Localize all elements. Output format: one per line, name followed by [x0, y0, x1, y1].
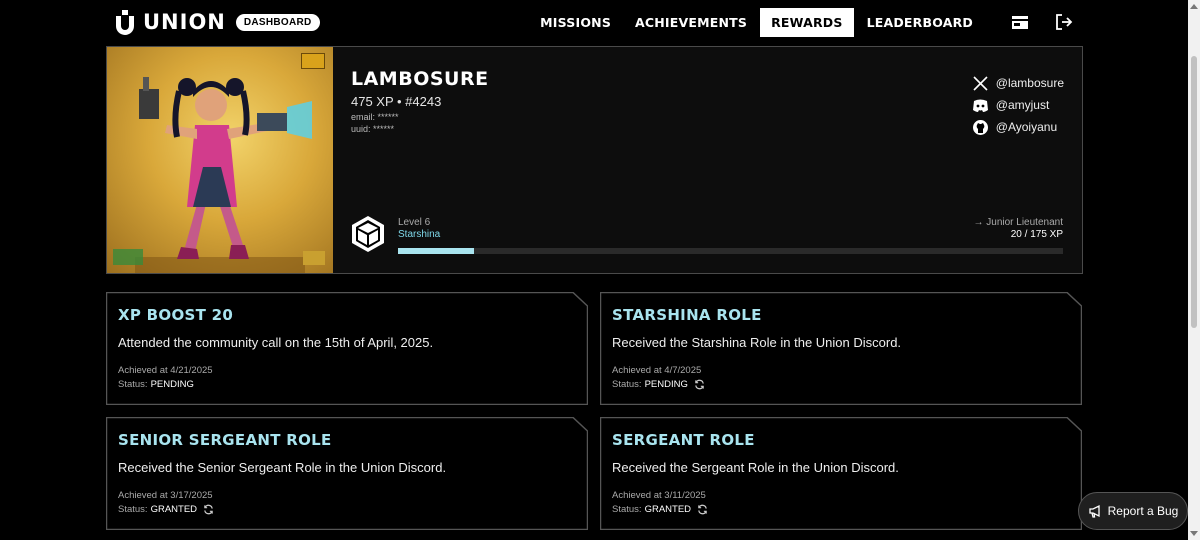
reward-card[interactable]: STARSHINA ROLE Received the Starshina Ro…: [600, 292, 1082, 405]
page-scrollbar[interactable]: [1188, 0, 1200, 540]
brand-logo[interactable]: UNION DASHBOARD: [113, 8, 320, 36]
social-github-handle: @Ayoiyanu: [995, 120, 1058, 134]
scroll-down-arrow-icon[interactable]: [1190, 531, 1198, 536]
level-cube-icon: [352, 216, 384, 252]
reward-card[interactable]: SERGEANT ROLE Received the Sergeant Role…: [600, 417, 1082, 530]
refresh-icon[interactable]: [694, 379, 705, 390]
brand-tag: DASHBOARD: [235, 13, 320, 31]
xp-progress-label: 20 / 175 XP: [1010, 229, 1063, 240]
social-x[interactable]: @lambosure: [972, 72, 1064, 94]
nav-missions[interactable]: MISSIONS: [529, 8, 622, 37]
nav-rewards[interactable]: REWARDS: [760, 8, 854, 37]
card-status-value: PENDING: [644, 379, 688, 390]
card-title: XP BOOST 20: [118, 306, 234, 324]
card-date: Achieved at 4/21/2025: [118, 365, 213, 376]
scroll-thumb[interactable]: [1191, 56, 1197, 328]
xp-progress-fill: [398, 248, 474, 254]
nav-achievements[interactable]: ACHIEVEMENTS: [624, 8, 758, 37]
reward-card[interactable]: SENIOR SERGEANT ROLE Received the Senior…: [106, 417, 588, 530]
card-status-value: GRANTED: [150, 504, 198, 515]
card-status-value: GRANTED: [644, 504, 692, 515]
card-status-value: PENDING: [150, 379, 194, 390]
rank-label: Starshina: [398, 229, 441, 240]
card-date: Achieved at 4/7/2025: [612, 365, 702, 376]
union-logo-icon: [116, 10, 134, 35]
brand-name: UNION: [143, 10, 226, 34]
avatar-badge-icon: [301, 53, 325, 69]
nav-leaderboard[interactable]: LEADERBOARD: [856, 8, 984, 37]
card-date: Achieved at 3/11/2025: [612, 490, 706, 501]
social-discord[interactable]: @amyjust: [972, 94, 1064, 116]
card-status-label: Status:: [118, 379, 148, 390]
card-status: Status: PENDING: [118, 379, 194, 390]
profile-xp-rank: 475 XP • #4243: [351, 94, 442, 109]
logout-icon[interactable]: [1054, 12, 1074, 32]
card-description: Received the Starshina Role in the Union…: [612, 335, 902, 350]
report-bug-label: Report a Bug: [1107, 504, 1179, 518]
card-status-label: Status:: [612, 504, 642, 515]
github-icon: [972, 119, 988, 135]
next-rank-label: → Junior Lieutenant: [973, 217, 1063, 228]
profile-name: LAMBOSURE: [351, 68, 489, 90]
card-status: Status: GRANTED: [612, 504, 708, 515]
social-discord-handle: @amyjust: [995, 98, 1050, 112]
x-icon: [973, 75, 988, 91]
card-title: SENIOR SERGEANT ROLE: [118, 431, 332, 449]
level-label: Level 6: [398, 217, 431, 228]
card-description: Received the Senior Sergeant Role in the…: [118, 460, 447, 475]
profile-card: LAMBOSURE 475 XP • #4243 email: ****** u…: [106, 46, 1083, 274]
social-links: @lambosure @amyjust @Ayoiyanu: [972, 72, 1064, 138]
card-description: Attended the community call on the 15th …: [118, 335, 434, 350]
discord-icon: [972, 99, 988, 112]
social-x-handle: @lambosure: [995, 76, 1064, 90]
wallet-icon[interactable]: [1010, 12, 1030, 32]
refresh-icon[interactable]: [697, 504, 708, 515]
character-illustration: [113, 77, 325, 273]
profile-avatar: [107, 47, 333, 273]
nav-links: MISSIONS ACHIEVEMENTS REWARDS LEADERBOAR…: [527, 8, 984, 37]
reward-card[interactable]: XP BOOST 20 Attended the community call …: [106, 292, 588, 405]
megaphone-icon: [1088, 504, 1100, 518]
scroll-up-arrow-icon[interactable]: [1190, 4, 1198, 9]
card-status-label: Status:: [118, 504, 148, 515]
report-bug-button[interactable]: Report a Bug: [1078, 492, 1188, 530]
profile-uuid: uuid: ******: [351, 124, 395, 134]
card-description: Received the Sergeant Role in the Union …: [612, 460, 899, 475]
top-nav: UNION DASHBOARD MISSIONS ACHIEVEMENTS RE…: [0, 0, 1188, 46]
card-title: STARSHINA ROLE: [612, 306, 762, 324]
card-status: Status: GRANTED: [118, 504, 214, 515]
refresh-icon[interactable]: [203, 504, 214, 515]
card-status: Status: PENDING: [612, 379, 705, 390]
profile-email: email: ******: [351, 112, 399, 122]
xp-progress-bar: [398, 248, 1063, 254]
card-date: Achieved at 3/17/2025: [118, 490, 213, 501]
social-github[interactable]: @Ayoiyanu: [972, 116, 1064, 138]
card-status-label: Status:: [612, 379, 642, 390]
card-title: SERGEANT ROLE: [612, 431, 755, 449]
